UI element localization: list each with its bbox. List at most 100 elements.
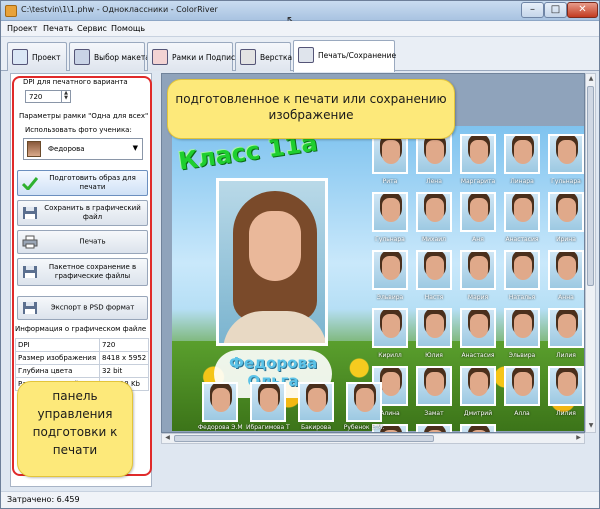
student-face	[426, 198, 444, 222]
student-face	[514, 372, 532, 396]
student-thumbnail	[416, 250, 452, 290]
student-thumbnail	[460, 366, 496, 406]
tab-frames-captions[interactable]: Рамки и Подписи	[147, 42, 240, 71]
student-thumbnail-name: Лена	[426, 178, 442, 185]
horizontal-scroll-thumb[interactable]	[174, 435, 434, 442]
title-bar: C:\testvin\1\1.phw - Одноклассники - Col…	[1, 1, 599, 27]
student-face	[470, 372, 488, 396]
info-key: Размер изображения	[14, 351, 101, 365]
student-thumbnail-name: Лилия	[556, 410, 576, 417]
tab-layout-edit-label: Верстка	[260, 53, 293, 62]
student-face	[514, 314, 532, 338]
menu-service[interactable]: Сервис	[77, 24, 107, 33]
chevron-down-icon: ▼	[132, 144, 138, 152]
student-thumbnail	[416, 134, 452, 174]
tab-layout-edit[interactable]: Верстка	[235, 42, 293, 71]
tab-project[interactable]: Проект	[7, 42, 67, 71]
student-face	[426, 140, 444, 164]
scroll-right-icon[interactable]: ▶	[574, 434, 583, 443]
batch-save-button[interactable]: Пакетное сохранение в графические файлы	[17, 258, 148, 286]
info-key: DPI	[14, 338, 101, 352]
student-thumbnail	[372, 308, 408, 348]
student-thumbnail	[372, 192, 408, 232]
save-graphic-button[interactable]: Сохранить в графический файл	[17, 200, 148, 226]
teacher-face	[212, 388, 230, 412]
callout-control-panel: панель управления подготовки к печати	[17, 381, 133, 477]
export-psd-button[interactable]: Экспорт в PSD формат	[17, 296, 148, 320]
batch-save-label: Пакетное сохранение в графические файлы	[48, 263, 137, 280]
horizontal-scrollbar[interactable]: ◀ ▶	[161, 433, 585, 444]
teacher-thumbnail	[298, 382, 334, 422]
teacher-face	[260, 388, 278, 412]
student-thumbnail	[504, 366, 540, 406]
checkmark-icon	[22, 177, 38, 190]
student-face	[382, 198, 400, 222]
student-thumbnail-name: Анна	[558, 294, 574, 301]
scroll-down-icon[interactable]: ▼	[587, 422, 595, 431]
save-graphic-label: Сохранить в графический файл	[44, 204, 141, 221]
class-collage: Класс 11а Федорова Ольга Рита Лена Маргари…	[172, 126, 584, 432]
student-thumbnail-name: Дмитрий	[463, 410, 493, 417]
student-face	[426, 256, 444, 280]
teacher-thumbnail-name: Бакирова	[300, 424, 331, 431]
student-thumbnail	[416, 366, 452, 406]
spin-arrows-icon[interactable]: ▲ ▼	[61, 91, 70, 102]
table-row: DPI 720	[14, 338, 149, 352]
student-thumbnail-name: Алла	[514, 410, 530, 417]
student-select[interactable]: Федорова ▼	[23, 138, 143, 160]
student-thumbnail	[460, 308, 496, 348]
floppy-disk-icon	[23, 266, 37, 278]
app-window: C:\testvin\1\1.phw - Одноклассники - Col…	[0, 0, 600, 509]
print-save-icon	[298, 47, 314, 63]
teacher-thumbnail	[250, 382, 286, 422]
tab-layout-choice-label: Выбор макета	[94, 53, 150, 62]
student-thumbnail-name: Линара	[510, 178, 534, 185]
tab-layout-choice[interactable]: Выбор макета	[69, 42, 150, 71]
maximize-button[interactable]: □	[544, 2, 567, 18]
scroll-left-icon[interactable]: ◀	[163, 434, 172, 443]
layout-edit-icon	[240, 49, 256, 65]
student-thumbnail-name: Наталья	[508, 294, 536, 301]
student-thumbnail	[548, 308, 584, 348]
table-row: Глубина цвета 32 bit	[14, 364, 149, 378]
floppy-disk-icon	[23, 302, 37, 314]
student-face	[426, 314, 444, 338]
status-bar: Затрачено: 6.459	[1, 491, 599, 508]
info-value: 32 bit	[99, 364, 149, 378]
student-thumbnail-name: Рита	[382, 178, 398, 185]
student-thumbnail-name: Лилия	[556, 352, 576, 359]
student-thumbnail-grid: Рита Лена Маргарита Линара Гульнара Гульнара М…	[368, 134, 584, 432]
student-thumbnail-name: Маргарита	[460, 178, 496, 185]
tab-print-save[interactable]: Печать/Сохранение	[293, 40, 396, 72]
student-thumbnail	[504, 134, 540, 174]
teacher-thumbnail	[202, 382, 238, 422]
student-thumbnail	[504, 192, 540, 232]
close-button[interactable]: ✕	[567, 2, 598, 18]
scroll-up-icon[interactable]: ▲	[587, 75, 595, 84]
vertical-scroll-thumb[interactable]	[587, 86, 594, 286]
teacher-face	[356, 388, 374, 412]
tab-frames-captions-label: Рамки и Подписи	[172, 53, 241, 62]
student-avatar	[27, 141, 41, 157]
print-button[interactable]: Печать	[17, 230, 148, 254]
project-icon	[12, 49, 28, 65]
tab-project-label: Проект	[32, 53, 61, 62]
vertical-scrollbar[interactable]: ▲ ▼	[585, 73, 596, 433]
student-thumbnail-name: Аня	[472, 236, 484, 243]
student-face	[382, 140, 400, 164]
main-student-photo	[216, 178, 328, 346]
table-row: Размер изображения 8418 x 5952	[14, 351, 149, 365]
dpi-spinbox[interactable]: 720 ▲ ▼	[25, 90, 71, 103]
student-thumbnail	[372, 250, 408, 290]
menu-project[interactable]: Проект	[7, 24, 37, 33]
minimize-button[interactable]: –	[521, 2, 544, 18]
student-face	[514, 140, 532, 164]
teacher-thumbnail-row: Федорова Э.М. Ибрагимова Т.Б. Бакирова Рубе…	[198, 382, 402, 432]
tab-bar: Проект Выбор макета Рамки и Подписи Верс…	[1, 37, 599, 72]
student-face	[558, 198, 576, 222]
prepare-image-button[interactable]: Подготовить образ для печати	[17, 170, 148, 196]
menu-help[interactable]: Помощь	[111, 24, 145, 33]
elapsed-time: Затрачено: 6.459	[7, 495, 80, 504]
student-thumbnail	[548, 250, 584, 290]
menu-print[interactable]: Печать	[43, 24, 73, 33]
